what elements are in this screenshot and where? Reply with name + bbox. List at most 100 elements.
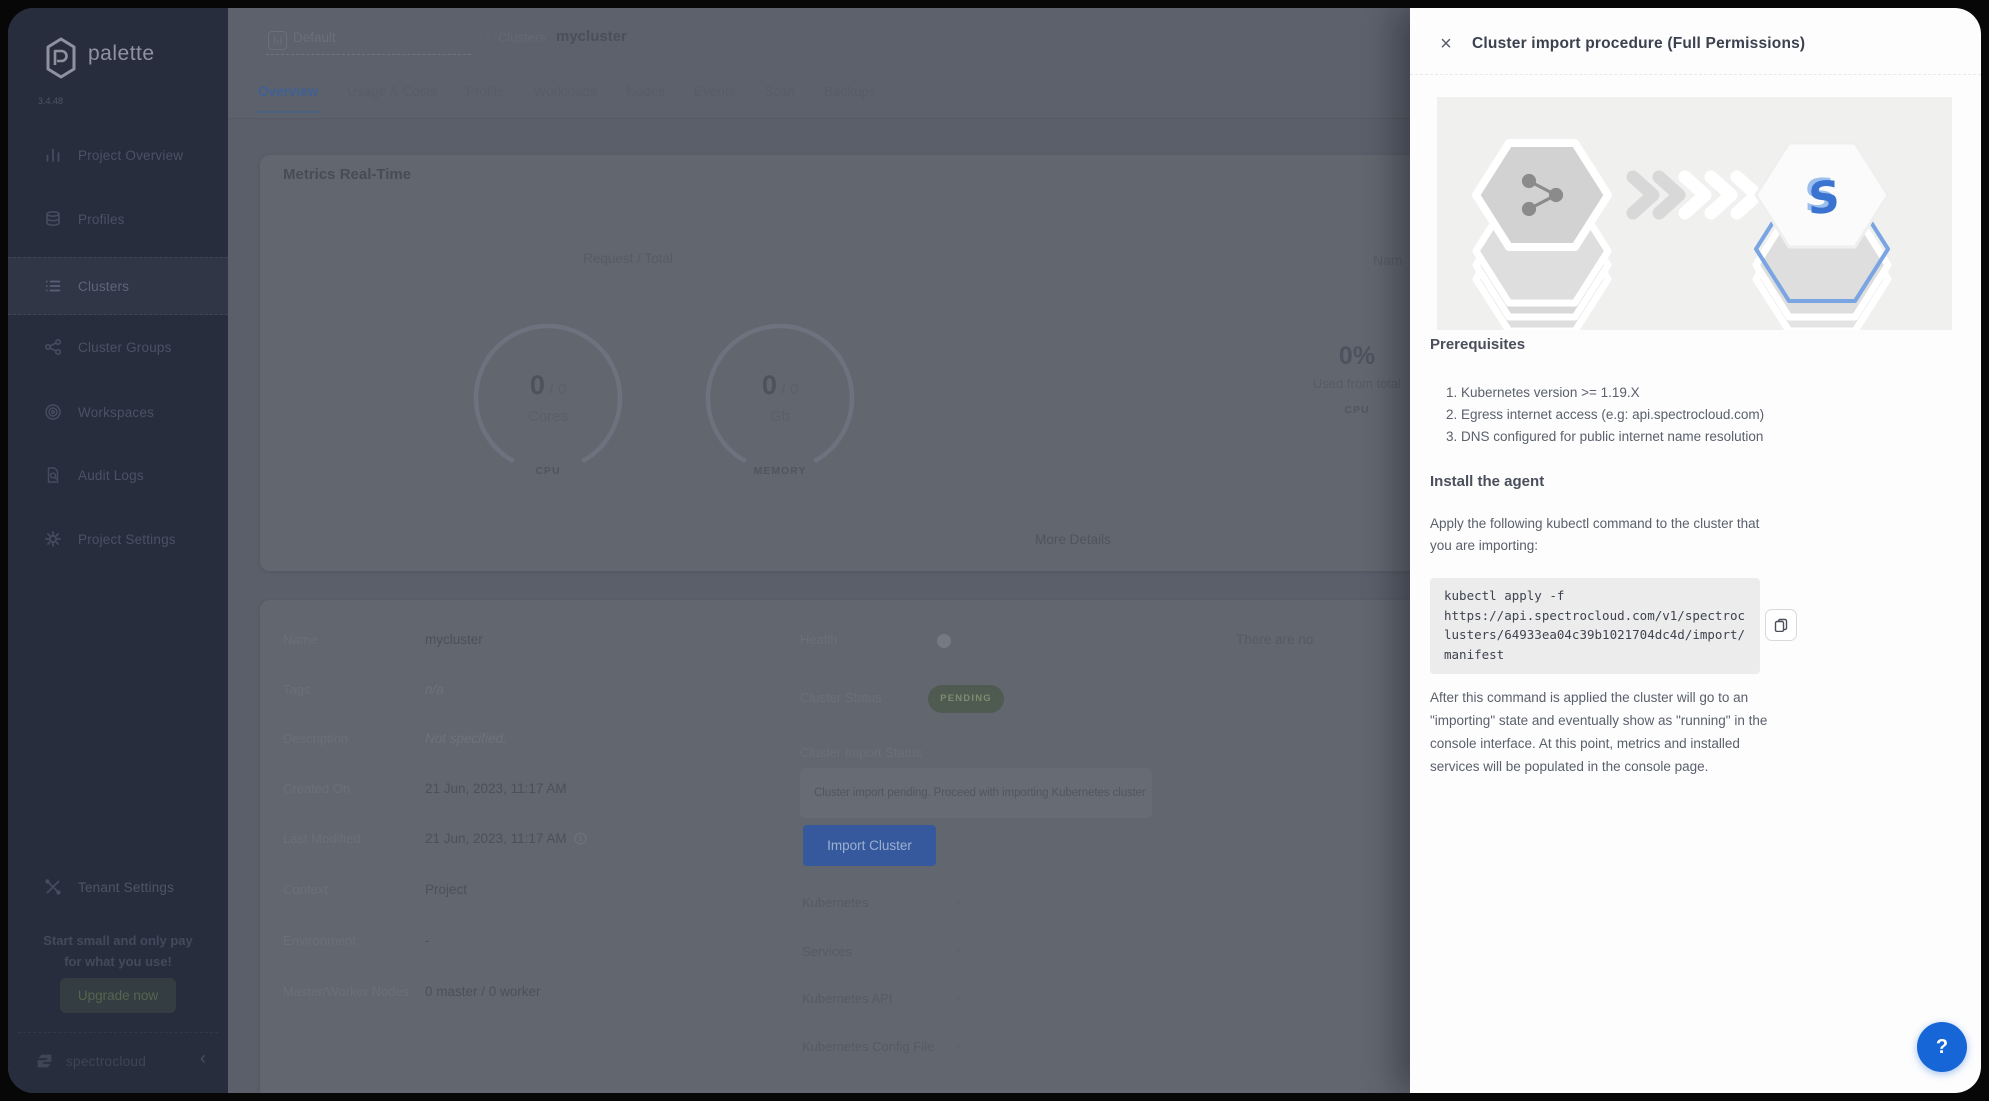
tab-nodes[interactable]: Nodes <box>626 84 665 113</box>
detail-label: Created On <box>283 781 350 796</box>
install-agent-title: Install the agent <box>1430 473 1544 490</box>
sidebar-item-workspaces[interactable]: Workspaces <box>8 384 228 440</box>
tab-backups[interactable]: Backups <box>824 84 876 113</box>
import-status-message: Cluster import pending. Proceed with imp… <box>800 768 1152 818</box>
cluster-status-label: Cluster Status <box>800 690 882 705</box>
app-logo-text: palette <box>88 42 155 66</box>
link-kubernetes-config-file[interactable]: Kubernetes Config File <box>802 1039 934 1054</box>
detail-value: 21 Jun, 2023, 11:17 AM <box>425 831 587 846</box>
sidebar-collapse-icon[interactable]: ‹ <box>200 1048 206 1069</box>
tools-icon <box>44 878 62 896</box>
detail-value: Project <box>425 882 467 897</box>
workspace-icon <box>44 403 62 421</box>
sidebar-item-label: Project Settings <box>78 532 176 547</box>
project-selector-underline <box>266 54 471 55</box>
gear-icon <box>44 530 62 548</box>
copy-icon <box>1774 618 1788 632</box>
detail-value: 0 master / 0 worker <box>425 984 541 999</box>
layers-icon <box>44 210 62 228</box>
chevron-right-icon: › <box>955 893 960 910</box>
sidebar-item-tenant-settings[interactable]: Tenant Settings <box>8 859 228 915</box>
sidebar-item-project-overview[interactable]: Project Overview <box>8 127 228 183</box>
copy-command-button[interactable] <box>1765 609 1797 641</box>
prerequisites-title: Prerequisites <box>1430 336 1525 353</box>
brand-name: spectrocloud <box>66 1054 146 1069</box>
more-details-link[interactable]: More Details <box>1018 532 1128 547</box>
help-button[interactable]: ? <box>1917 1022 1967 1072</box>
app-window: palette 3.4.48 Project Overview Profiles <box>8 8 1981 1093</box>
tab-workloads[interactable]: Workloads <box>533 84 597 113</box>
link-kubernetes[interactable]: Kubernetes <box>802 895 869 910</box>
breadcrumb-current: mycluster <box>556 28 627 45</box>
detail-value: 21 Jun, 2023, 11:17 AM <box>425 781 567 796</box>
cpu-gauge-value: 0 / 0 <box>470 370 626 401</box>
chart-icon <box>44 146 62 164</box>
list-icon <box>44 277 62 295</box>
link-services[interactable]: Services <box>802 944 852 959</box>
import-cluster-button[interactable]: Import Cluster <box>803 825 936 866</box>
memory-gauge-label: MEMORY <box>702 465 858 477</box>
spectrocloud-s-logo: S S <box>1804 168 1840 226</box>
detail-label: Master/Worker Nodes <box>283 984 409 999</box>
usage-label: CPU <box>1287 404 1427 416</box>
detail-label: Tags <box>283 682 310 697</box>
chevron-right-icon: › <box>955 1037 960 1054</box>
metrics-right-header: Nam <box>1373 252 1403 268</box>
breadcrumb-separator: / <box>486 30 490 45</box>
project-selector[interactable]: Default <box>293 30 336 45</box>
cpu-gauge-unit: Cores <box>470 408 626 425</box>
upgrade-now-button[interactable]: Upgrade now <box>60 978 176 1013</box>
spectrocloud-hexagons: S S <box>1756 143 1888 330</box>
chevron-arrows <box>1633 177 1757 213</box>
sidebar-item-label: Tenant Settings <box>78 880 174 895</box>
status-badge: PENDING <box>928 685 1004 713</box>
sidebar-item-audit-logs[interactable]: Audit Logs <box>8 447 228 503</box>
sidebar-item-label: Cluster Groups <box>78 340 172 355</box>
sidebar-item-label: Profiles <box>78 212 125 227</box>
cpu-gauge-label: CPU <box>470 465 626 477</box>
chevron-right-icon: › <box>955 989 960 1006</box>
sidebar-item-label: Workspaces <box>78 405 154 420</box>
usage-caption: Used from total <box>1287 376 1427 391</box>
right-note: There are no <box>1236 632 1313 647</box>
detail-value: - <box>425 933 430 948</box>
close-icon[interactable]: × <box>1432 30 1460 58</box>
detail-label: Context <box>283 882 328 897</box>
sidebar-item-clusters[interactable]: Clusters <box>8 257 228 315</box>
detail-value: mycluster <box>425 632 483 647</box>
detail-label: Description <box>283 731 348 746</box>
metrics-title: Metrics Real-Time <box>283 166 411 183</box>
tab-events[interactable]: Events <box>694 84 735 113</box>
usage-percent: 0% <box>1287 342 1427 371</box>
link-kubernetes-api[interactable]: Kubernetes API <box>802 991 892 1006</box>
sidebar: palette 3.4.48 Project Overview Profiles <box>8 8 228 1093</box>
tab-usage-costs[interactable]: Usage & Costs <box>347 84 437 113</box>
breadcrumb-clusters[interactable]: Clusters <box>498 30 546 45</box>
import-illustration: S S <box>1437 97 1952 330</box>
app-version: 3.4.48 <box>38 96 63 106</box>
tab-scan[interactable]: Scan <box>764 84 795 113</box>
cluster-import-panel: × Cluster import procedure (Full Permiss… <box>1410 8 1981 1093</box>
share-nodes-icon <box>44 338 62 356</box>
after-command-text: After this command is applied the cluste… <box>1430 686 1788 778</box>
import-status-label: Cluster Import Status <box>800 745 922 760</box>
sidebar-item-profiles[interactable]: Profiles <box>8 191 228 247</box>
sidebar-item-cluster-groups[interactable]: Cluster Groups <box>8 319 228 375</box>
panel-title: Cluster import procedure (Full Permissio… <box>1472 35 1805 53</box>
sidebar-item-project-settings[interactable]: Project Settings <box>8 511 228 567</box>
detail-value: Not specified. <box>425 731 507 746</box>
health-label: Health <box>800 632 838 647</box>
detail-value: n/a <box>425 682 444 697</box>
tab-overview[interactable]: Overview <box>258 84 318 113</box>
breadcrumb-separator: / <box>544 30 548 45</box>
kubectl-command-code[interactable]: kubectl apply -f https://api.spectroclou… <box>1430 578 1760 674</box>
chevron-right-icon: › <box>955 942 960 959</box>
sidebar-item-label: Clusters <box>78 279 129 294</box>
detail-label: Last Modified <box>283 831 360 846</box>
prerequisite-item: 2. Egress internet access (e.g: api.spec… <box>1446 404 1764 426</box>
svg-text:S: S <box>1808 171 1840 225</box>
tab-profile[interactable]: Profile <box>466 84 504 113</box>
project-selector-icon <box>268 31 287 50</box>
memory-gauge-value: 0 / 0 <box>702 370 858 401</box>
sidebar-item-label: Audit Logs <box>78 468 144 483</box>
